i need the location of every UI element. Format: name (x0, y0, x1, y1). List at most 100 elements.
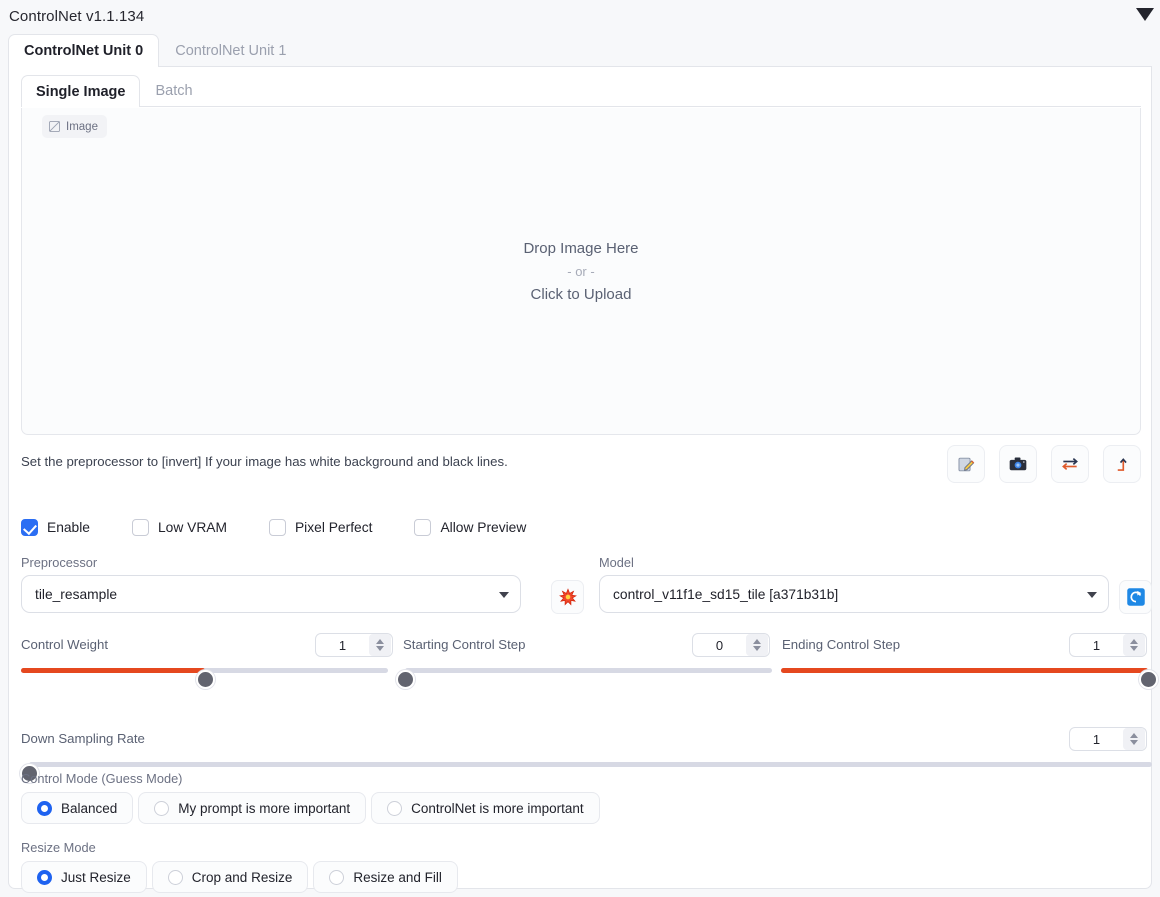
radio-my-prompt-is-more-important[interactable]: My prompt is more important (138, 792, 366, 824)
run-preprocessor-button[interactable] (551, 580, 584, 614)
tab-single-image[interactable]: Single Image (21, 75, 140, 107)
radio-balanced-label: Balanced (61, 801, 117, 816)
controlnet-panel: ControlNet v1.1.134 ControlNet Unit 0 Co… (0, 0, 1160, 897)
edit-icon[interactable] (947, 445, 985, 483)
checkbox-enable[interactable]: Enable (21, 519, 90, 536)
numbox-down-sampling-rate[interactable]: 1 (1069, 727, 1147, 751)
numbox-control-weight[interactable]: 1 (315, 633, 393, 657)
slider-row-1-labels: Control Weight 1 Starting Control Step 0… (17, 633, 1160, 659)
radio-controlnet-dot[interactable] (387, 801, 402, 816)
numbox-control-weight-value: 1 (316, 638, 369, 653)
radio-balanced[interactable]: Balanced (21, 792, 133, 824)
stepper-control-weight[interactable] (369, 634, 391, 656)
numbox-starting-control-step[interactable]: 0 (692, 633, 770, 657)
stepper-down-sampling-rate[interactable] (1123, 728, 1145, 750)
radio-balanced-dot[interactable] (37, 801, 52, 816)
radio-my-prompt-label: My prompt is more important (178, 801, 350, 816)
model-selection-row: Preprocessor tile_resample Model control… (21, 555, 1141, 627)
refresh-models-button[interactable] (1119, 580, 1152, 614)
dropzone-title: Drop Image Here (523, 240, 638, 257)
image-action-buttons (947, 445, 1141, 483)
checkbox-pixel-perfect[interactable]: Pixel Perfect (269, 519, 372, 536)
model-label: Model (599, 555, 1109, 570)
checkbox-low-vram-box[interactable] (132, 519, 149, 536)
checkbox-pixel-perfect-box[interactable] (269, 519, 286, 536)
preprocessor-group: Preprocessor tile_resample (21, 555, 521, 613)
label-starting-control-step: Starting Control Step (403, 637, 525, 652)
checkbox-allow-preview-label: Allow Preview (440, 520, 526, 535)
slider-down-sampling-rate[interactable] (29, 762, 1152, 767)
radio-controlnet-is-more-important[interactable]: ControlNet is more important (371, 792, 600, 824)
resize-mode-options: Just Resize Crop and Resize Resize and F… (21, 861, 463, 893)
slider-ending-control-step-thumb[interactable] (1139, 670, 1158, 689)
slider-row-2-labels: Down Sampling Rate 1 (17, 727, 1160, 753)
radio-crop-and-resize[interactable]: Crop and Resize (152, 861, 309, 893)
flags-row: Enable Low VRAM Pixel Perfect Allow Prev… (21, 507, 1141, 547)
control-mode-options: Balanced My prompt is more important Con… (21, 792, 605, 824)
dropzone-or: - or - (567, 264, 594, 279)
tab-controlnet-unit-1[interactable]: ControlNet Unit 1 (159, 34, 302, 66)
numbox-down-sampling-rate-value: 1 (1070, 732, 1123, 747)
model-value: control_v11f1e_sd15_tile [a371b31b] (613, 587, 838, 602)
preprocessor-select[interactable]: tile_resample (21, 575, 521, 613)
hint-row: Set the preprocessor to [invert] If your… (21, 445, 1141, 493)
slider-zone: Control Weight 1 Starting Control Step 0… (17, 633, 1160, 779)
radio-my-prompt-dot[interactable] (154, 801, 169, 816)
label-ending-control-step: Ending Control Step (782, 637, 900, 652)
model-group: Model control_v11f1e_sd15_tile [a371b31b… (599, 555, 1109, 613)
radio-just-resize-dot[interactable] (37, 870, 52, 885)
numbox-ending-control-step[interactable]: 1 (1069, 633, 1147, 657)
slider-ending-control-step[interactable] (781, 668, 1148, 673)
control-mode-label: Control Mode (Guess Mode) (21, 771, 605, 786)
triangle-down-icon[interactable] (1136, 8, 1154, 21)
image-dropzone[interactable]: Drop Image Here - or - Click to Upload (22, 108, 1140, 434)
checkbox-allow-preview-box[interactable] (414, 519, 431, 536)
preprocessor-value: tile_resample (35, 587, 117, 602)
stepper-starting-control-step[interactable] (746, 634, 768, 656)
radio-crop-and-resize-label: Crop and Resize (192, 870, 293, 885)
preprocessor-label: Preprocessor (21, 555, 521, 570)
chevron-down-icon[interactable] (1087, 592, 1097, 598)
accordion-header[interactable]: ControlNet v1.1.134 (0, 0, 1160, 33)
slider-row-1-tracks (17, 659, 1160, 685)
slider-ending-control-step-fill (781, 668, 1148, 673)
source-tab-bar: Single Image Batch (21, 76, 1141, 107)
numbox-ending-control-step-value: 1 (1070, 638, 1123, 653)
stepper-ending-control-step[interactable] (1123, 634, 1145, 656)
radio-controlnet-label: ControlNet is more important (411, 801, 584, 816)
checkbox-low-vram[interactable]: Low VRAM (132, 519, 227, 536)
camera-icon[interactable] (999, 445, 1037, 483)
radio-just-resize-label: Just Resize (61, 870, 131, 885)
tab-batch[interactable]: Batch (140, 75, 207, 106)
swap-icon[interactable] (1051, 445, 1089, 483)
checkbox-enable-label: Enable (47, 520, 90, 535)
radio-resize-and-fill-label: Resize and Fill (353, 870, 442, 885)
slider-control-weight-thumb[interactable] (196, 670, 215, 689)
preprocessor-hint: Set the preprocessor to [invert] If your… (21, 454, 508, 469)
radio-resize-and-fill-dot[interactable] (329, 870, 344, 885)
radio-just-resize[interactable]: Just Resize (21, 861, 147, 893)
resize-mode-label: Resize Mode (21, 840, 463, 855)
numbox-starting-control-step-value: 0 (693, 638, 746, 653)
slider-control-weight-fill (21, 668, 205, 673)
slider-starting-control-step-thumb[interactable] (396, 670, 415, 689)
model-select[interactable]: control_v11f1e_sd15_tile [a371b31b] (599, 575, 1109, 613)
slider-starting-control-step[interactable] (405, 668, 772, 673)
checkbox-low-vram-label: Low VRAM (158, 520, 227, 535)
dropzone-upload-link[interactable]: Click to Upload (531, 286, 632, 303)
label-down-sampling-rate: Down Sampling Rate (21, 731, 145, 746)
label-control-weight: Control Weight (21, 637, 108, 652)
checkbox-enable-box[interactable] (21, 519, 38, 536)
slider-control-weight[interactable] (21, 668, 388, 673)
unit-tab-bar: ControlNet Unit 0 ControlNet Unit 1 (8, 35, 1152, 67)
chevron-down-icon[interactable] (499, 592, 509, 598)
checkbox-allow-preview[interactable]: Allow Preview (414, 519, 526, 536)
unit-panel: Single Image Batch Image Drop Image Here… (8, 67, 1152, 889)
image-input-block: Image Drop Image Here - or - Click to Up… (21, 108, 1141, 435)
control-mode-group: Control Mode (Guess Mode) Balanced My pr… (21, 771, 605, 824)
radio-resize-and-fill[interactable]: Resize and Fill (313, 861, 458, 893)
radio-crop-and-resize-dot[interactable] (168, 870, 183, 885)
resize-mode-group: Resize Mode Just Resize Crop and Resize … (21, 840, 463, 893)
send-arrow-icon[interactable] (1103, 445, 1141, 483)
tab-controlnet-unit-0[interactable]: ControlNet Unit 0 (8, 34, 159, 67)
